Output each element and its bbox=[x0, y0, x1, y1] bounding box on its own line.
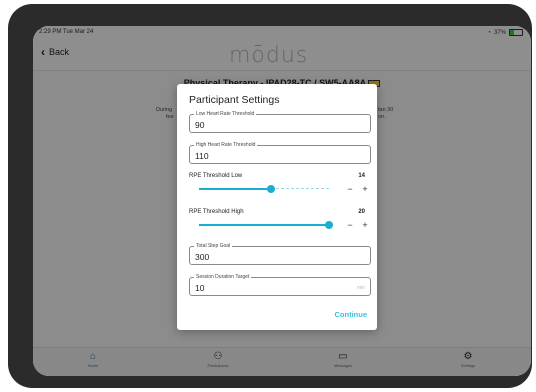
rpe-low-increment-button[interactable]: + bbox=[360, 184, 370, 194]
modal-title: Participant Settings bbox=[189, 94, 280, 106]
rpe-low-value: 14 bbox=[358, 173, 365, 179]
low-heart-rate-field[interactable]: Low Heart Rate Threshold 90 bbox=[189, 111, 371, 133]
rpe-high-decrement-button[interactable]: − bbox=[345, 220, 355, 230]
high-heart-rate-value: 110 bbox=[195, 151, 209, 161]
session-duration-value: 10 bbox=[195, 283, 205, 293]
high-heart-rate-field[interactable]: High Heart Rate Threshold 110 bbox=[189, 142, 371, 164]
rpe-high-value: 20 bbox=[358, 209, 365, 215]
total-step-goal-value: 300 bbox=[195, 252, 210, 262]
rpe-low-track-fill bbox=[199, 188, 271, 190]
rpe-low-label: RPE Threshold Low bbox=[189, 173, 243, 179]
rpe-high-slider-handle[interactable] bbox=[325, 221, 333, 229]
rpe-low-slider-handle[interactable] bbox=[266, 185, 275, 193]
session-duration-unit: min bbox=[356, 285, 365, 291]
low-heart-rate-value: 90 bbox=[195, 120, 205, 130]
participant-settings-modal: Participant Settings Low Heart Rate Thre… bbox=[177, 84, 377, 330]
rpe-high-increment-button[interactable]: + bbox=[360, 220, 370, 230]
session-duration-field[interactable]: Session Duration Target 10 min bbox=[189, 274, 371, 296]
rpe-high-track-fill bbox=[199, 224, 329, 226]
rpe-low-slider[interactable] bbox=[199, 185, 329, 193]
rpe-high-slider[interactable] bbox=[199, 221, 333, 229]
screen: 2:29 PM Tue Mar 24 ◔ 37% ‹ Back mōdus Ph… bbox=[33, 26, 531, 376]
high-heart-rate-label: High Heart Rate Threshold bbox=[194, 142, 258, 148]
total-step-goal-label: Total Step Goal bbox=[194, 243, 233, 249]
low-heart-rate-label: Low Heart Rate Threshold bbox=[194, 111, 257, 117]
session-duration-label: Session Duration Target bbox=[194, 274, 252, 280]
rpe-high-label: RPE Threshold High bbox=[189, 209, 244, 215]
total-step-goal-field[interactable]: Total Step Goal 300 bbox=[189, 243, 371, 265]
rpe-low-track-rest bbox=[270, 188, 329, 189]
rpe-low-decrement-button[interactable]: − bbox=[345, 184, 355, 194]
ipad-frame: 2:29 PM Tue Mar 24 ◔ 37% ‹ Back mōdus Ph… bbox=[8, 4, 532, 388]
continue-button[interactable]: Continue bbox=[335, 310, 368, 319]
